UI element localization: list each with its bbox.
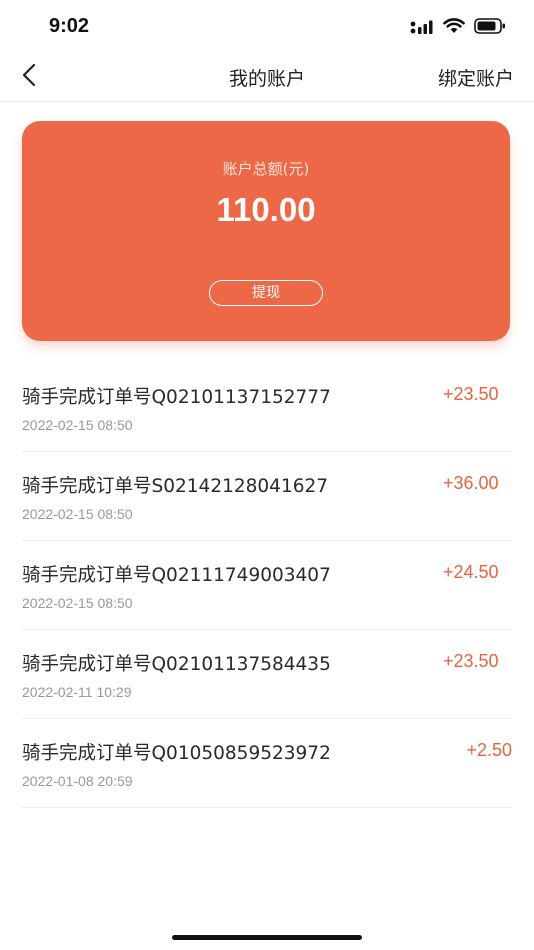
- transaction-row[interactable]: 骑手完成订单号Q02111749003407 2022-02-15 08:50 …: [22, 541, 512, 630]
- transaction-title: 骑手完成订单号Q02111749003407: [22, 565, 331, 586]
- balance-amount: 110.00: [216, 191, 316, 228]
- battery-icon: [474, 18, 506, 38]
- transaction-title: 骑手完成订单号S02142128041627: [22, 476, 329, 497]
- transaction-date: 2022-01-08 20:59: [22, 773, 133, 789]
- withdraw-button[interactable]: 提现: [209, 280, 323, 306]
- transaction-date: 2022-02-15 08:50: [22, 417, 133, 433]
- transaction-date: 2022-02-11 10:29: [22, 684, 132, 700]
- navigation-bar: 我的账户 绑定账户: [0, 52, 534, 102]
- transaction-amount: +23.50: [443, 384, 499, 404]
- status-time: 9:02: [49, 15, 90, 37]
- account-screen: 9:02 我的账户 绑定账户 账户总额(元) 110.00 提现 骑手完成订单号…: [0, 0, 534, 950]
- status-bar: 9:02: [0, 0, 534, 52]
- wifi-icon: [443, 18, 465, 38]
- transaction-row[interactable]: 骑手完成订单号S02142128041627 2022-02-15 08:50 …: [22, 452, 512, 541]
- cellular-signal-icon: [410, 19, 434, 38]
- transaction-row[interactable]: 骑手完成订单号Q02101137152777 2022-02-15 08:50 …: [22, 363, 512, 452]
- transaction-amount: +24.50: [443, 562, 499, 582]
- transaction-row[interactable]: 骑手完成订单号Q02101137584435 2022-02-11 10:29 …: [22, 630, 512, 719]
- transaction-date: 2022-02-15 08:50: [22, 595, 133, 611]
- home-indicator[interactable]: [172, 935, 362, 940]
- transaction-title: 骑手完成订单号Q02101137584435: [22, 654, 331, 675]
- bind-account-button[interactable]: 绑定账户: [438, 64, 514, 91]
- transaction-amount: +23.50: [443, 651, 499, 671]
- balance-card: 账户总额(元) 110.00 提现: [22, 121, 510, 341]
- status-icons: [410, 18, 506, 38]
- transaction-title: 骑手完成订单号Q02101137152777: [22, 387, 331, 408]
- transaction-list: 骑手完成订单号Q02101137152777 2022-02-15 08:50 …: [22, 363, 512, 808]
- transaction-date: 2022-02-15 08:50: [22, 506, 133, 522]
- balance-label: 账户总额(元): [222, 160, 310, 178]
- transaction-row[interactable]: 骑手完成订单号Q01050859523972 2022-01-08 20:59 …: [22, 719, 512, 808]
- transaction-amount: +36.00: [443, 473, 499, 493]
- transaction-amount: +2.50: [466, 740, 512, 760]
- transaction-title: 骑手完成订单号Q01050859523972: [22, 743, 331, 764]
